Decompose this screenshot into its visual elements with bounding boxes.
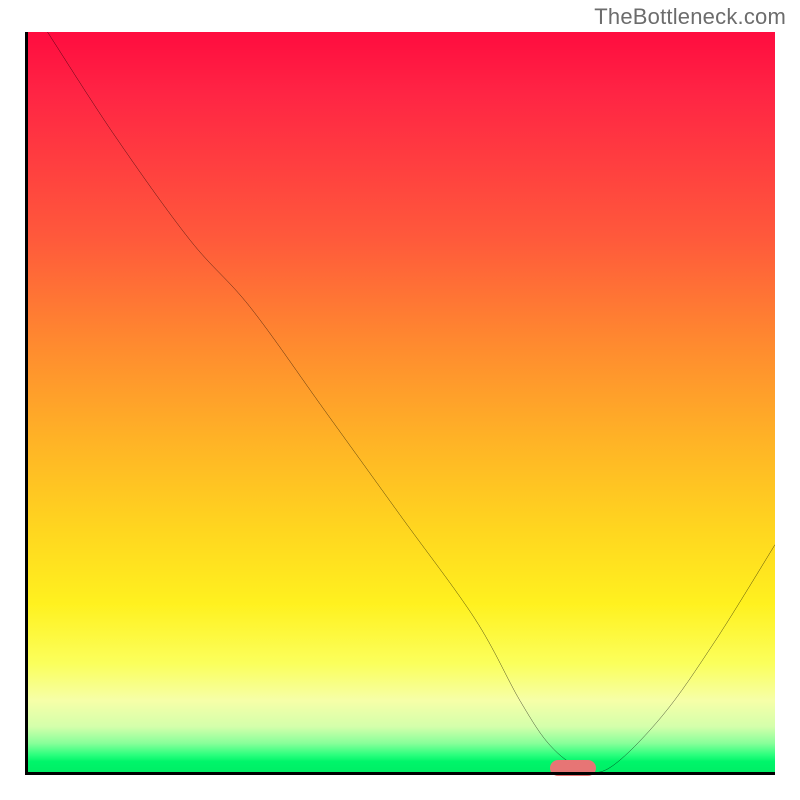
bottleneck-curve xyxy=(25,32,775,775)
chart-area xyxy=(25,32,775,775)
x-axis xyxy=(25,772,775,775)
curve-path xyxy=(48,32,776,772)
watermark-text: TheBottleneck.com xyxy=(594,4,786,30)
y-axis xyxy=(25,32,28,775)
